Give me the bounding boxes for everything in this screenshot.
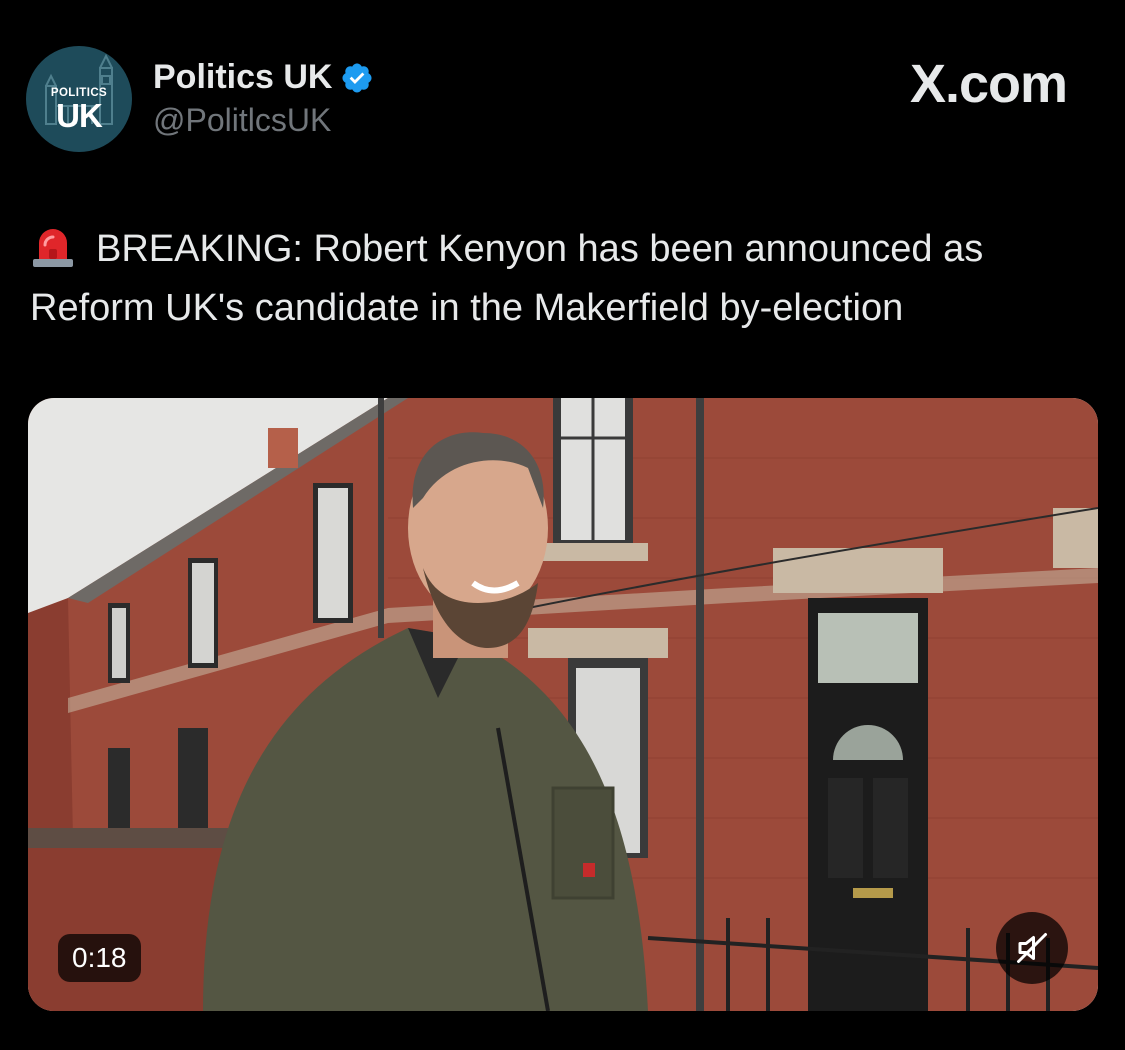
account-handle[interactable]: @PolitlcsUK (153, 102, 331, 139)
tweet-body: BREAKING: Robert Kenyon has been announc… (30, 228, 984, 329)
verified-badge-icon (342, 62, 373, 93)
avatar-logo-big-text: UK (56, 97, 103, 134)
avatar[interactable]: POLITICS UK (26, 46, 132, 152)
speaker-muted-icon (1017, 933, 1047, 963)
video-duration-badge: 0:18 (58, 934, 141, 982)
brand-logo-text: X.com (909, 54, 1068, 114)
rotating-light-siren-icon (33, 229, 73, 267)
video-thumbnail (28, 398, 1098, 1011)
display-name-row[interactable]: Politics UK (153, 58, 374, 97)
tweet-text: BREAKING: Robert Kenyon has been announc… (30, 220, 1100, 338)
mute-toggle-button[interactable] (996, 912, 1068, 984)
display-name[interactable]: Politics UK (153, 58, 332, 97)
video-player[interactable]: 0:18 (28, 398, 1098, 1011)
